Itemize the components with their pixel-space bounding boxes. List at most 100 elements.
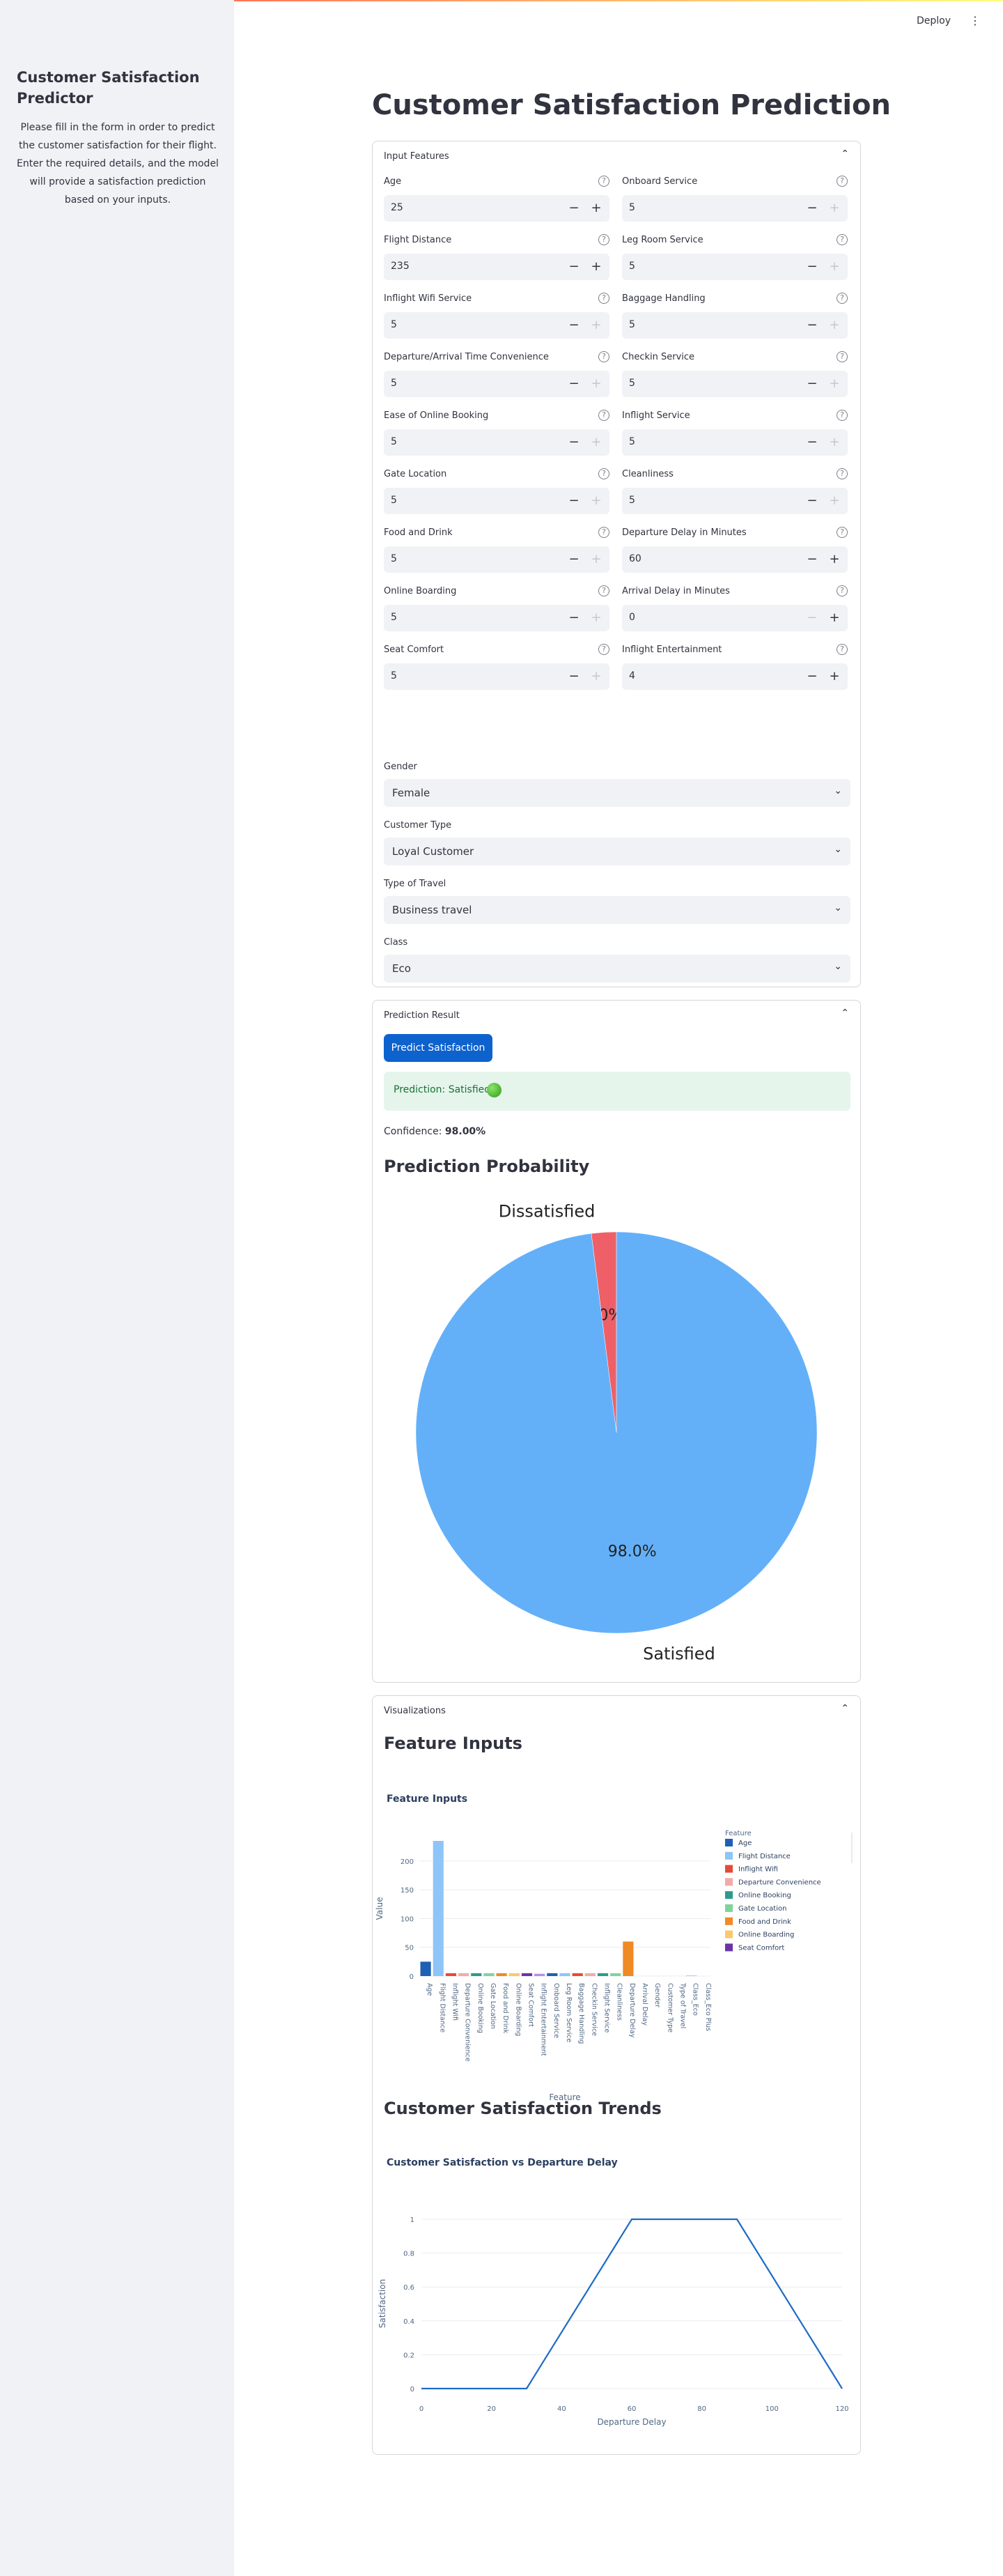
decrement-button[interactable]: − bbox=[563, 546, 584, 573]
number-input[interactable]: 5 − + bbox=[384, 546, 609, 573]
decrement-button[interactable]: − bbox=[563, 488, 584, 514]
increment-button[interactable]: + bbox=[586, 312, 607, 339]
number-input-value[interactable]: 5 bbox=[629, 261, 635, 272]
legend-label-food-and-drink[interactable]: Food and Drink bbox=[738, 1918, 791, 1926]
chevron-down-icon[interactable]: ⌄ bbox=[834, 902, 842, 913]
number-input-value[interactable]: 60 bbox=[629, 553, 642, 564]
help-icon[interactable]: ? bbox=[598, 410, 609, 421]
chevron-down-icon[interactable]: ⌄ bbox=[834, 961, 842, 972]
decrement-button[interactable]: − bbox=[802, 254, 823, 280]
increment-button[interactable]: + bbox=[586, 254, 607, 280]
help-icon[interactable]: ? bbox=[837, 468, 848, 479]
decrement-button[interactable]: − bbox=[802, 312, 823, 339]
select-value[interactable]: Female bbox=[392, 787, 430, 799]
increment-button[interactable]: + bbox=[824, 254, 845, 280]
help-icon[interactable]: ? bbox=[837, 293, 848, 304]
legend-label-gate-location[interactable]: Gate Location bbox=[738, 1905, 786, 1913]
legend-label-inflight-wifi[interactable]: Inflight Wifi bbox=[738, 1866, 778, 1874]
decrement-button[interactable]: − bbox=[802, 488, 823, 514]
increment-button[interactable]: + bbox=[586, 371, 607, 397]
select-box[interactable]: Business travel ⌄ bbox=[384, 896, 850, 924]
select-value[interactable]: Eco bbox=[392, 962, 411, 975]
select-box[interactable]: Female ⌄ bbox=[384, 779, 850, 807]
legend-label-online-boarding[interactable]: Online Boarding bbox=[738, 1931, 794, 1939]
number-input-value[interactable]: 5 bbox=[629, 436, 635, 447]
increment-button[interactable]: + bbox=[586, 546, 607, 573]
number-input[interactable]: 4 − + bbox=[622, 663, 848, 690]
number-input[interactable]: 60 − + bbox=[622, 546, 848, 573]
help-icon[interactable]: ? bbox=[837, 410, 848, 421]
decrement-button[interactable]: − bbox=[563, 254, 584, 280]
input-features-header[interactable]: Input Features bbox=[384, 151, 449, 162]
number-input-value[interactable]: 5 bbox=[629, 319, 635, 330]
number-input-value[interactable]: 5 bbox=[391, 553, 397, 564]
increment-button[interactable]: + bbox=[586, 429, 607, 456]
number-input[interactable]: 5 − + bbox=[622, 312, 848, 339]
number-input[interactable]: 5 − + bbox=[622, 371, 848, 397]
help-icon[interactable]: ? bbox=[598, 527, 609, 538]
increment-button[interactable]: + bbox=[824, 195, 845, 222]
number-input[interactable]: 5 − + bbox=[384, 488, 609, 514]
help-icon[interactable]: ? bbox=[837, 176, 848, 187]
chevron-up-icon[interactable]: ⌃ bbox=[841, 148, 849, 160]
number-input-value[interactable]: 5 bbox=[391, 319, 397, 330]
number-input[interactable]: 5 − + bbox=[384, 371, 609, 397]
decrement-button[interactable]: − bbox=[563, 371, 584, 397]
predict-satisfaction-button[interactable]: Predict Satisfaction bbox=[384, 1034, 492, 1062]
decrement-button[interactable]: − bbox=[802, 546, 823, 573]
number-input-value[interactable]: 5 bbox=[629, 202, 635, 213]
decrement-button[interactable]: − bbox=[802, 371, 823, 397]
number-input[interactable]: 25 − + bbox=[384, 195, 609, 222]
number-input-value[interactable]: 5 bbox=[391, 378, 397, 389]
increment-button[interactable]: + bbox=[824, 546, 845, 573]
deploy-button[interactable]: Deploy bbox=[917, 15, 951, 26]
number-input-value[interactable]: 5 bbox=[629, 378, 635, 389]
increment-button[interactable]: + bbox=[586, 663, 607, 690]
number-input[interactable]: 235 − + bbox=[384, 254, 609, 280]
legend-label-seat-comfort[interactable]: Seat Comfort bbox=[738, 1944, 784, 1952]
select-value[interactable]: Loyal Customer bbox=[392, 845, 474, 858]
help-icon[interactable]: ? bbox=[598, 585, 609, 596]
number-input-value[interactable]: 0 bbox=[629, 612, 635, 623]
number-input-value[interactable]: 5 bbox=[391, 436, 397, 447]
decrement-button[interactable]: − bbox=[802, 663, 823, 690]
number-input[interactable]: 5 − + bbox=[384, 429, 609, 456]
number-input[interactable]: 5 − + bbox=[384, 312, 609, 339]
number-input[interactable]: 5 − + bbox=[384, 605, 609, 631]
number-input[interactable]: 0 − + bbox=[622, 605, 848, 631]
decrement-button[interactable]: − bbox=[563, 605, 584, 631]
chevron-down-icon[interactable]: ⌄ bbox=[834, 844, 842, 855]
legend-label-departure-convenience[interactable]: Departure Convenience bbox=[738, 1879, 821, 1886]
legend-label-online-booking[interactable]: Online Booking bbox=[738, 1892, 791, 1899]
increment-button[interactable]: + bbox=[824, 605, 845, 631]
help-icon[interactable]: ? bbox=[598, 293, 609, 304]
decrement-button[interactable]: − bbox=[563, 195, 584, 222]
number-input[interactable]: 5 − + bbox=[622, 488, 848, 514]
increment-button[interactable]: + bbox=[824, 488, 845, 514]
help-icon[interactable]: ? bbox=[598, 468, 609, 479]
increment-button[interactable]: + bbox=[586, 195, 607, 222]
select-box[interactable]: Eco ⌄ bbox=[384, 955, 850, 982]
number-input[interactable]: 5 − + bbox=[622, 254, 848, 280]
increment-button[interactable]: + bbox=[586, 488, 607, 514]
select-box[interactable]: Loyal Customer ⌄ bbox=[384, 838, 850, 865]
number-input-value[interactable]: 5 bbox=[391, 495, 397, 506]
help-icon[interactable]: ? bbox=[598, 644, 609, 655]
number-input[interactable]: 5 − + bbox=[384, 663, 609, 690]
chevron-down-icon[interactable]: ⌄ bbox=[834, 785, 842, 796]
number-input-value[interactable]: 4 bbox=[629, 670, 635, 681]
prediction-result-header[interactable]: Prediction Result bbox=[384, 1010, 460, 1021]
help-icon[interactable]: ? bbox=[837, 351, 848, 362]
decrement-button[interactable]: − bbox=[802, 195, 823, 222]
select-value[interactable]: Business travel bbox=[392, 904, 472, 916]
increment-button[interactable]: + bbox=[824, 663, 845, 690]
number-input-value[interactable]: 25 bbox=[391, 202, 403, 213]
help-icon[interactable]: ? bbox=[837, 644, 848, 655]
help-icon[interactable]: ? bbox=[837, 585, 848, 596]
decrement-button[interactable]: − bbox=[563, 663, 584, 690]
number-input[interactable]: 5 − + bbox=[622, 195, 848, 222]
help-icon[interactable]: ? bbox=[837, 527, 848, 538]
increment-button[interactable]: + bbox=[824, 312, 845, 339]
increment-button[interactable]: + bbox=[824, 429, 845, 456]
decrement-button[interactable]: − bbox=[802, 429, 823, 456]
